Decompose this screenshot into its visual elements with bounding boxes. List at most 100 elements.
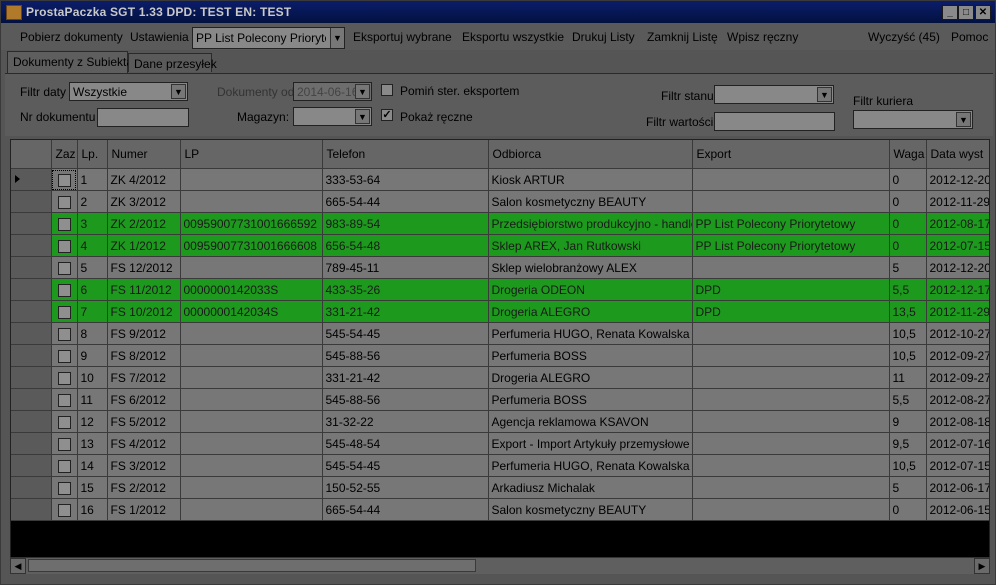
- cell-lp-number[interactable]: [180, 322, 323, 345]
- cell-odbiorca[interactable]: Agencja reklamowa KSAVON: [488, 410, 693, 433]
- cell-numer[interactable]: FS 2/2012: [107, 476, 181, 499]
- row-checkbox[interactable]: [57, 283, 71, 297]
- cell-lp[interactable]: 1: [77, 168, 108, 191]
- cell-export[interactable]: [692, 432, 890, 455]
- scroll-left-icon[interactable]: ◀: [10, 558, 26, 574]
- row-checkbox[interactable]: [57, 261, 71, 275]
- row-checkbox[interactable]: [57, 415, 71, 429]
- cell-lp-number[interactable]: [180, 432, 323, 455]
- cell-lp[interactable]: 9: [77, 344, 108, 367]
- cell-lp-number[interactable]: [180, 366, 323, 389]
- cell-data[interactable]: 2012-09-27: [926, 344, 989, 367]
- cell-numer[interactable]: FS 3/2012: [107, 454, 181, 477]
- cell-telefon[interactable]: 545-88-56: [322, 344, 489, 367]
- cell-lp-number[interactable]: 00959007731001666608: [180, 234, 323, 257]
- table-row[interactable]: 11 FS 6/2012 545-88-56 Perfumeria BOSS 5,5 20…: [11, 388, 989, 411]
- cell-lp-number[interactable]: [180, 498, 323, 521]
- cell-data[interactable]: 2012-11-29: [926, 300, 989, 323]
- cell-data[interactable]: 2012-06-15: [926, 498, 989, 521]
- row-checkbox[interactable]: [57, 349, 71, 363]
- cell-numer[interactable]: FS 9/2012: [107, 322, 181, 345]
- scrollbar-thumb[interactable]: [28, 559, 476, 572]
- table-row[interactable]: 10 FS 7/2012 331-21-42 Drogeria ALEGRO 11 201…: [11, 366, 989, 389]
- status-filter-select[interactable]: ▼: [714, 85, 834, 104]
- cell-lp[interactable]: 3: [77, 212, 108, 235]
- tab-shipment-data[interactable]: Dane przesyłek: [128, 53, 217, 72]
- cell-lp-number[interactable]: [180, 190, 323, 213]
- cell-data[interactable]: 2012-10-27: [926, 322, 989, 345]
- cell-telefon[interactable]: 545-48-54: [322, 432, 489, 455]
- cell-waga[interactable]: 5: [889, 476, 927, 499]
- close-button[interactable]: ✕: [975, 5, 991, 20]
- cell-telefon[interactable]: 983-89-54: [322, 212, 489, 235]
- cell-data[interactable]: 2012-12-17: [926, 278, 989, 301]
- table-row[interactable]: 8 FS 9/2012 545-54-45 Perfumeria HUGO, Rena…: [11, 322, 989, 345]
- cell-data[interactable]: 2012-07-15: [926, 234, 989, 257]
- cell-numer[interactable]: FS 12/2012: [107, 256, 181, 279]
- row-header[interactable]: [11, 388, 52, 411]
- doc-number-input[interactable]: [97, 108, 189, 127]
- table-row[interactable]: 13 FS 4/2012 545-48-54 Export - Import Arty…: [11, 432, 989, 455]
- cell-lp[interactable]: 6: [77, 278, 108, 301]
- cell-lp-number[interactable]: [180, 476, 323, 499]
- horizontal-scrollbar[interactable]: ◀ ▶: [10, 557, 990, 574]
- chevron-down-icon[interactable]: ▼: [330, 28, 344, 48]
- column-header-data[interactable]: Data wyst: [926, 140, 989, 169]
- chevron-down-icon[interactable]: ▼: [171, 84, 186, 99]
- cell-waga[interactable]: 11: [889, 366, 927, 389]
- cell-lp[interactable]: 15: [77, 476, 108, 499]
- cell-numer[interactable]: FS 4/2012: [107, 432, 181, 455]
- row-header[interactable]: [11, 212, 52, 235]
- warehouse-select[interactable]: ▼: [293, 107, 372, 126]
- cell-telefon[interactable]: 331-21-42: [322, 366, 489, 389]
- cell-numer[interactable]: FS 7/2012: [107, 366, 181, 389]
- cell-lp[interactable]: 2: [77, 190, 108, 213]
- cell-lp-number[interactable]: 0000000142034S: [180, 300, 323, 323]
- cell-export[interactable]: DPD: [692, 300, 890, 323]
- cell-odbiorca[interactable]: Perfumeria BOSS: [488, 388, 693, 411]
- row-checkbox[interactable]: [57, 239, 71, 253]
- cell-odbiorca[interactable]: Kiosk ARTUR: [488, 168, 693, 191]
- cell-waga[interactable]: 13,5: [889, 300, 927, 323]
- cell-telefon[interactable]: 31-32-22: [322, 410, 489, 433]
- column-header-export[interactable]: Export: [692, 140, 890, 169]
- cell-telefon[interactable]: 333-53-64: [322, 168, 489, 191]
- show-manual-checkbox[interactable]: ✓: [381, 109, 393, 121]
- row-checkbox[interactable]: [57, 305, 71, 319]
- table-row[interactable]: 5 FS 12/2012 789-45-11 Sklep wielobranżowy …: [11, 256, 989, 279]
- courier-filter-select[interactable]: ▼: [853, 110, 973, 129]
- settings-menu[interactable]: Ustawienia: [130, 30, 189, 44]
- cell-data[interactable]: 2012-08-18: [926, 410, 989, 433]
- cell-waga[interactable]: 0: [889, 212, 927, 235]
- cell-odbiorca[interactable]: Przedsiębiorstwo produkcyjno - handlo...: [488, 212, 693, 235]
- cell-data[interactable]: 2012-12-20: [926, 256, 989, 279]
- cell-numer[interactable]: ZK 1/2012: [107, 234, 181, 257]
- skip-exported-checkbox[interactable]: [381, 84, 393, 96]
- cell-lp-number[interactable]: 00959007731001666592: [180, 212, 323, 235]
- cell-telefon[interactable]: 665-54-44: [322, 498, 489, 521]
- cell-export[interactable]: [692, 476, 890, 499]
- cell-waga[interactable]: 10,5: [889, 322, 927, 345]
- column-header-numer[interactable]: Numer: [107, 140, 181, 169]
- cell-odbiorca[interactable]: Perfumeria BOSS: [488, 344, 693, 367]
- row-header[interactable]: [11, 168, 52, 191]
- row-header[interactable]: [11, 498, 52, 521]
- cell-lp[interactable]: 7: [77, 300, 108, 323]
- value-filter-input[interactable]: [714, 112, 835, 131]
- cell-numer[interactable]: ZK 4/2012: [107, 168, 181, 191]
- cell-lp[interactable]: 8: [77, 322, 108, 345]
- cell-export[interactable]: [692, 366, 890, 389]
- row-header[interactable]: [11, 190, 52, 213]
- chevron-down-icon[interactable]: ▼: [956, 112, 971, 127]
- cell-export[interactable]: [692, 168, 890, 191]
- row-checkbox[interactable]: [57, 393, 71, 407]
- cell-numer[interactable]: FS 5/2012: [107, 410, 181, 433]
- scroll-right-icon[interactable]: ▶: [974, 558, 990, 574]
- row-header[interactable]: [11, 366, 52, 389]
- cell-telefon[interactable]: 545-54-45: [322, 322, 489, 345]
- table-row[interactable]: 1 ZK 4/2012 333-53-64 Kiosk ARTUR 0 2012-12-2…: [11, 168, 989, 191]
- chevron-down-icon[interactable]: ▼: [817, 87, 832, 102]
- tab-documents[interactable]: Dokumenty z Subiekta: [7, 51, 133, 73]
- table-row[interactable]: 7 FS 10/2012 0000000142034S 331-21-42 Droger…: [11, 300, 989, 323]
- cell-lp[interactable]: 13: [77, 432, 108, 455]
